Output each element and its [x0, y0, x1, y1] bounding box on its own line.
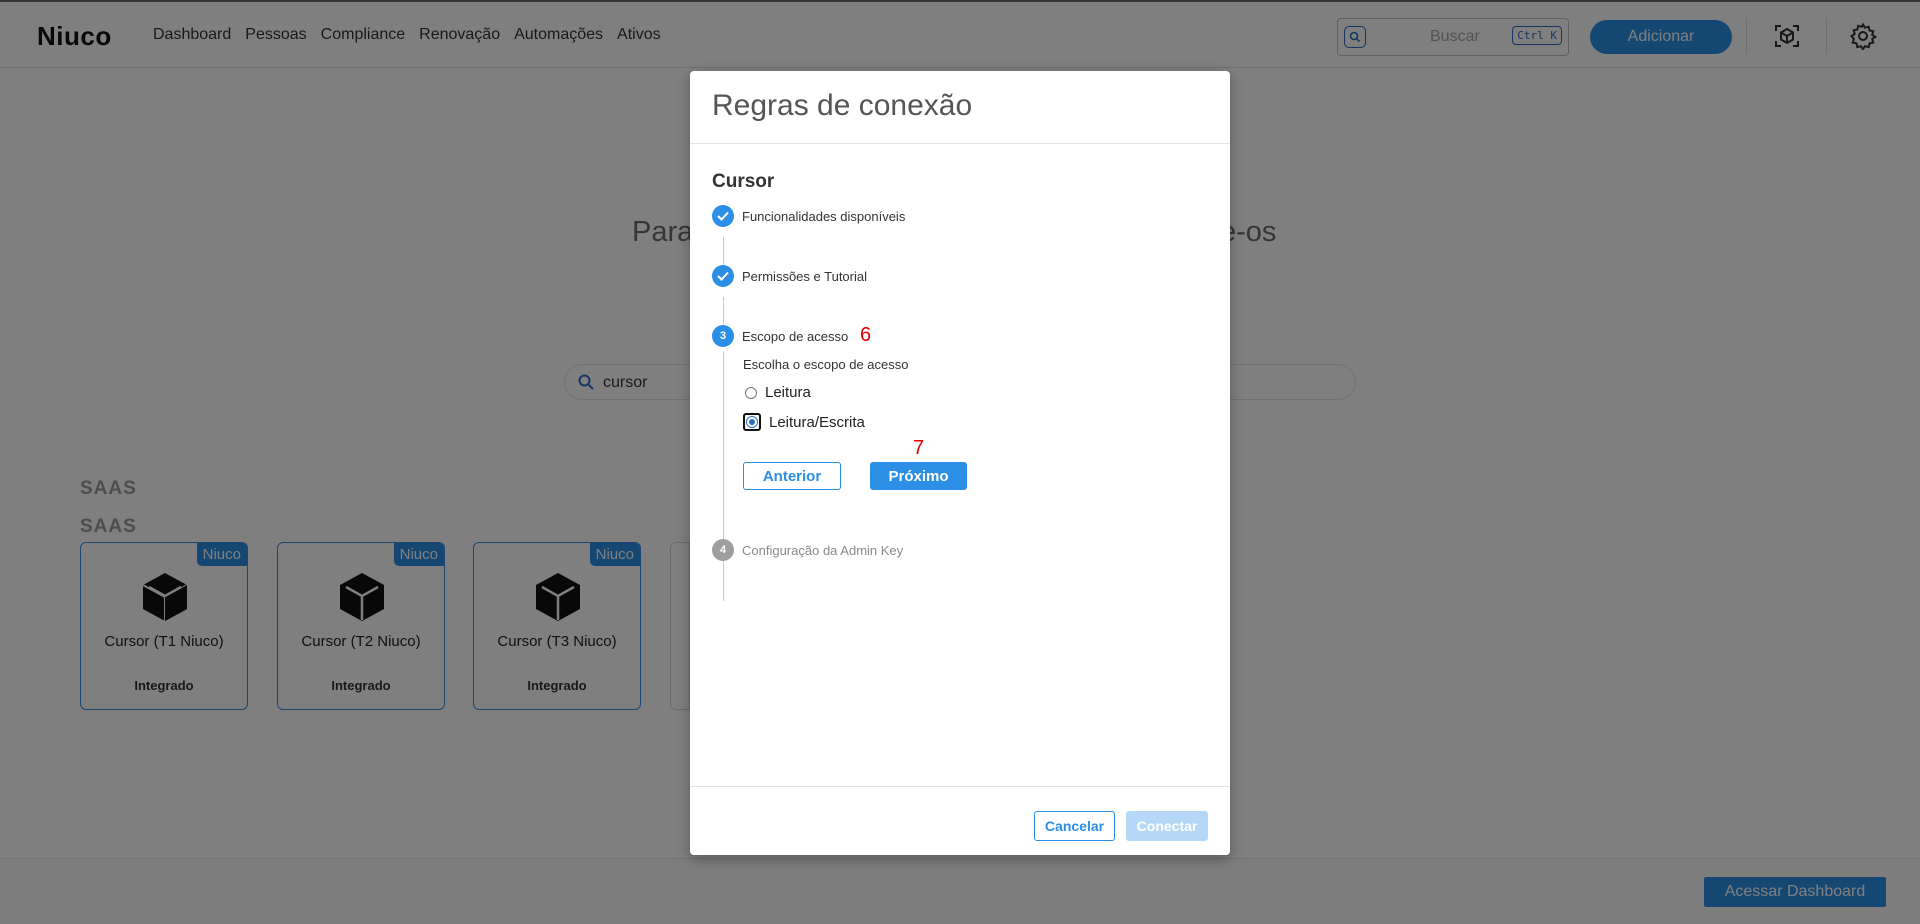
previous-button[interactable]: Anterior: [743, 462, 841, 490]
annotation-marker: 6: [860, 324, 872, 346]
connection-rules-modal: Regras de conexão Cursor Funcionalidades…: [690, 71, 1230, 855]
step-1-label: Funcionalidades disponíveis: [742, 209, 906, 224]
step-4-label: Configuração da Admin Key: [742, 543, 904, 558]
modal-title: Regras de conexão: [712, 89, 973, 122]
modal-footer-divider: [690, 786, 1230, 787]
step-4-number: 4: [712, 539, 734, 561]
radio-leitura[interactable]: Leitura: [743, 384, 811, 401]
check-icon: [712, 265, 734, 287]
step-3-number: 3: [712, 325, 734, 347]
step-2-label: Permissões e Tutorial: [742, 269, 867, 284]
cancel-button[interactable]: Cancelar: [1034, 811, 1115, 841]
next-button[interactable]: Próximo: [870, 462, 967, 490]
radio-button-checked[interactable]: [746, 416, 758, 428]
scope-prompt: Escolha o escopo de acesso: [743, 357, 909, 372]
radio-label: Leitura: [765, 384, 811, 401]
radio-label: Leitura/Escrita: [769, 413, 865, 431]
step-connector: [723, 297, 724, 325]
connect-button[interactable]: Conectar: [1126, 811, 1208, 841]
check-icon: [712, 205, 734, 227]
modal-header: Regras de conexão: [690, 71, 1230, 144]
step-connector: [723, 351, 724, 601]
step-3-label: Escopo de acesso: [742, 329, 849, 344]
annotation-marker: 7: [913, 437, 925, 459]
radio-leitura-escrita[interactable]: Leitura/Escrita: [743, 413, 865, 431]
step-connector: [723, 237, 724, 265]
radio-button[interactable]: [745, 386, 757, 399]
app-name: Cursor: [712, 171, 775, 192]
radio-focus-ring: [743, 413, 761, 431]
